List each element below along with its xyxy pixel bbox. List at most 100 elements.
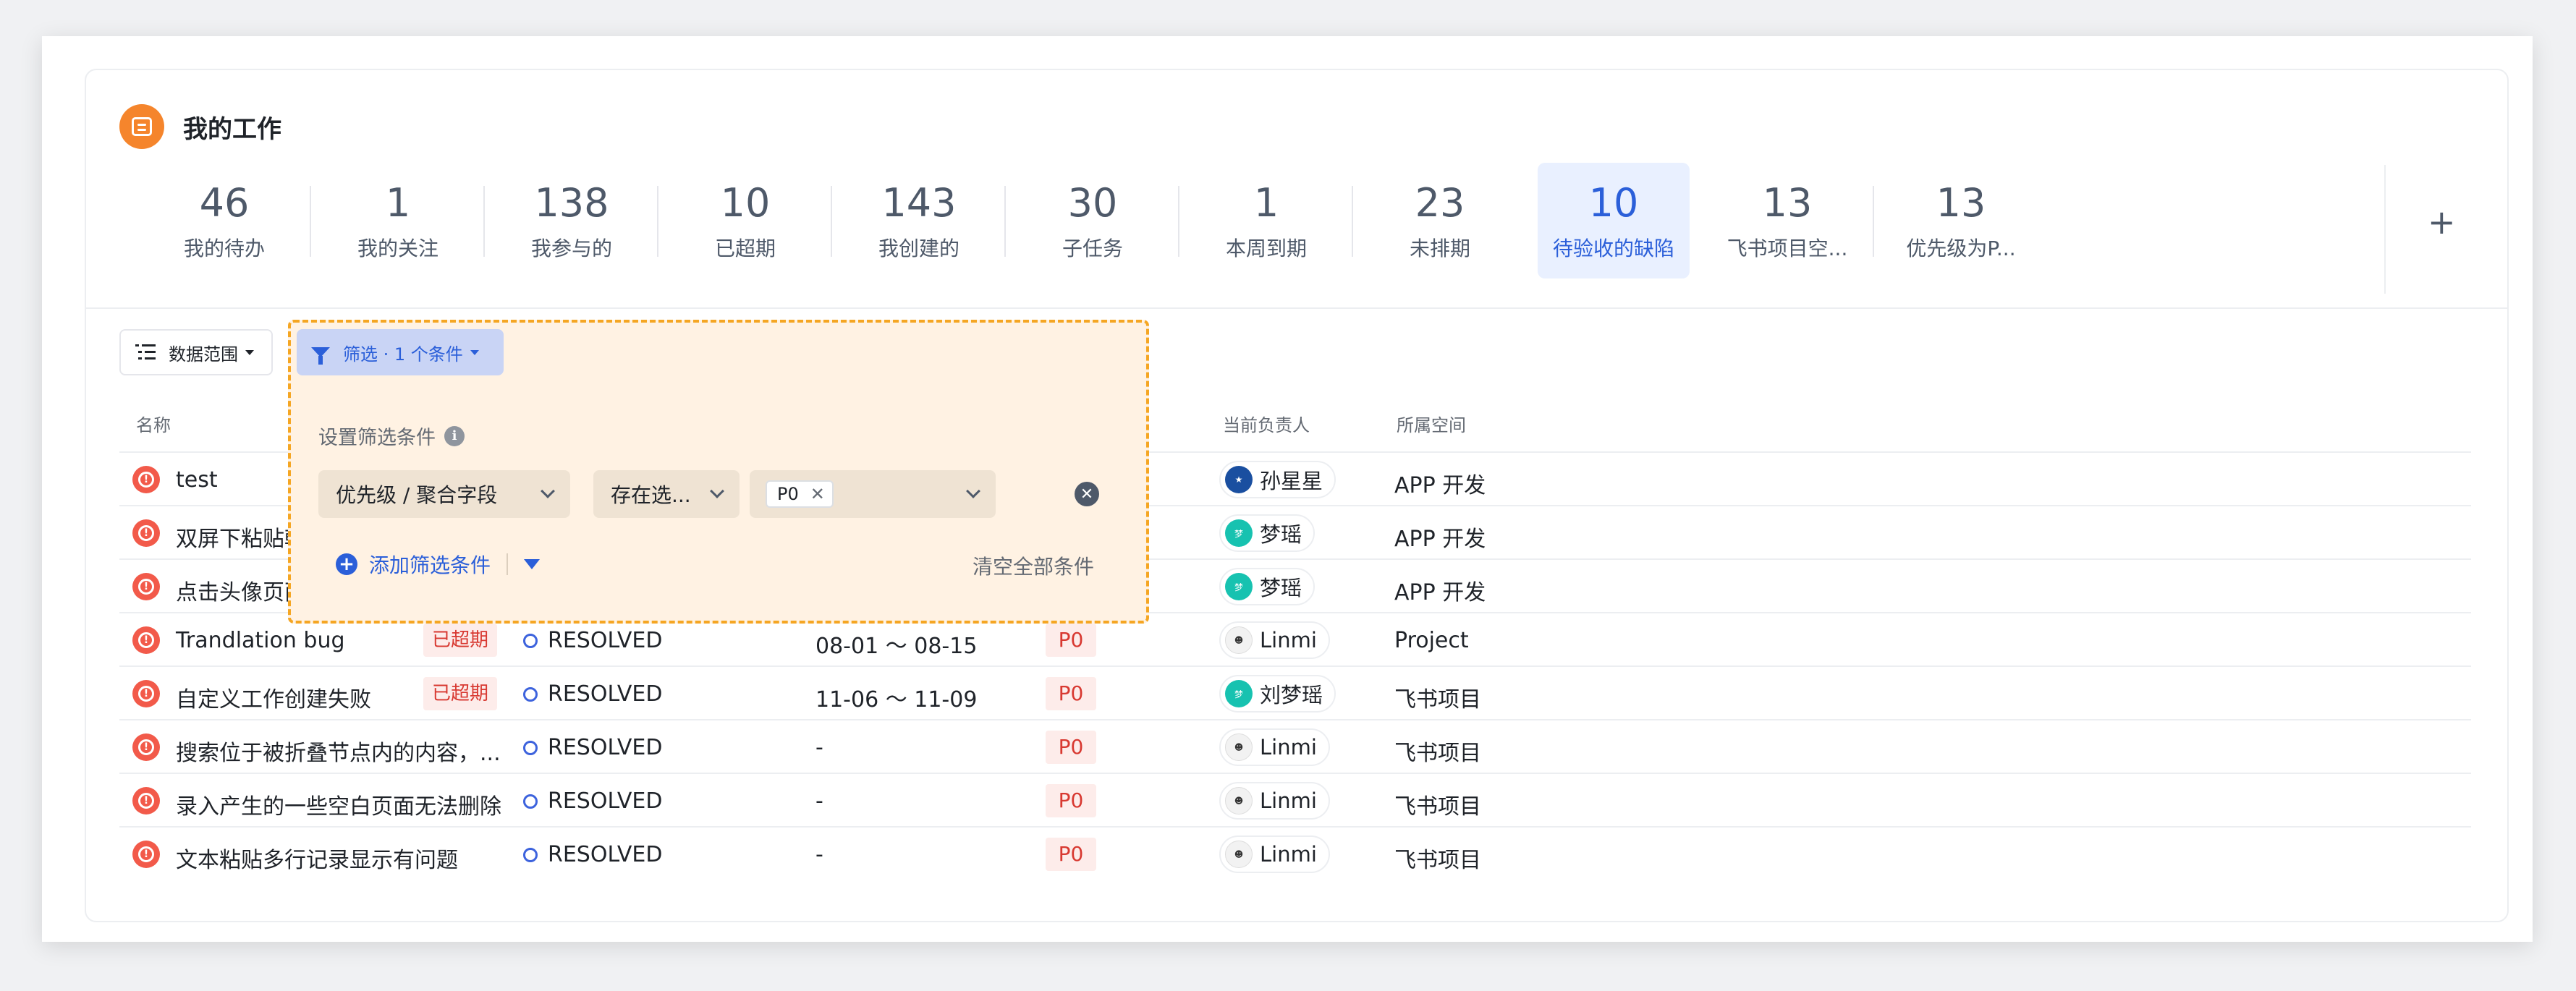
owner-chip[interactable]: ☻ Linmi [1219,621,1330,659]
stat-count: 138 [534,179,609,226]
bug-icon: ! [132,466,160,493]
stat-tab-due-this-week[interactable]: 1 本周到期 [1179,163,1353,278]
owner-name: 刘梦瑶 [1260,683,1323,707]
status-text: RESOLVED [548,842,663,867]
bug-icon: ! [132,519,160,547]
status[interactable]: RESOLVED [523,842,662,867]
owner-chip[interactable]: ☻ Linmi [1219,835,1330,873]
add-condition-label: 添加筛选条件 [369,553,491,577]
avatar: ☻ [1225,787,1253,815]
status-text: RESOLVED [548,628,663,653]
filter-value-select[interactable]: P0 ✕ [750,470,996,518]
stat-tab-participating[interactable]: 138 我参与的 [485,163,658,278]
stat-count: 46 [199,179,250,226]
item-name[interactable]: 点击头像页面 [176,574,306,606]
avatar: ★ [1225,466,1253,493]
status[interactable]: RESOLVED [523,628,662,653]
add-view-button[interactable]: + [2428,203,2456,242]
remove-condition-icon[interactable]: ✕ [1075,482,1099,506]
filter-button[interactable]: 筛选 · 1 个条件 [297,329,504,375]
owner-chip[interactable]: ☻ Linmi [1219,728,1330,766]
status[interactable]: RESOLVED [523,735,662,760]
filter-field-value: 优先级 / 聚合字段 [336,483,498,507]
filter-field-select[interactable]: 优先级 / 聚合字段 [318,470,570,518]
stat-count: 1 [1253,179,1279,226]
stat-tab-following[interactable]: 1 我的关注 [311,163,485,278]
status[interactable]: RESOLVED [523,681,662,707]
filter-operator-select[interactable]: 存在选... [593,470,740,518]
stat-label: 我的关注 [357,236,438,260]
clear-all-conditions-button[interactable]: 清空全部条件 [973,551,1094,580]
owner-name: Linmi [1260,842,1317,867]
owner-name: 梦瑶 [1260,576,1302,600]
stat-count: 30 [1067,179,1118,226]
priority-badge: P0 [1046,784,1096,817]
stat-tab-priority[interactable]: 13 优先级为P... [1874,163,2048,278]
table-row[interactable]: ! 搜索位于被折叠节点内的内容，... RESOLVED - P0 ☻ Linm… [119,720,2471,774]
table-row[interactable]: ! 录入产生的一些空白页面无法删除 RESOLVED - P0 ☻ Linmi … [119,774,2471,828]
item-name[interactable]: test [176,467,218,493]
space-name: APP 开发 [1394,473,1486,498]
stat-tab-created[interactable]: 143 我创建的 [832,163,1006,278]
status-circle-icon [523,686,538,702]
stat-count: 10 [1588,179,1639,226]
status-circle-icon [523,633,538,648]
stat-tab-overdue[interactable]: 10 已超期 [658,163,832,278]
info-icon[interactable]: i [444,425,465,446]
stat-count: 13 [1936,179,1986,226]
status-text: RESOLVED [548,735,663,760]
item-name[interactable]: 自定义工作创建失败 [176,681,371,713]
overdue-badge: 已超期 [423,624,498,657]
owner-chip[interactable]: ☻ Linmi [1219,782,1330,820]
tag-label: P0 [777,484,799,504]
item-name[interactable]: 搜索位于被折叠节点内的内容，... [176,735,501,767]
stat-count: 10 [720,179,771,226]
chevron-down-icon [541,484,555,498]
column-header-name: 名称 [136,415,171,435]
stat-label: 未排期 [1409,236,1470,260]
filter-panel-title-text: 设置筛选条件 [318,427,436,449]
stat-tab-todo[interactable]: 46 我的待办 [137,163,311,278]
bug-icon: ! [132,680,160,707]
filter-panel-title: 设置筛选条件 i [318,422,465,450]
stat-label: 子任务 [1062,236,1123,260]
stat-tab-subtasks[interactable]: 30 子任务 [1006,163,1179,278]
avatar: 梦 [1225,573,1253,600]
caret-down-icon[interactable] [524,559,541,569]
stat-tab-unscheduled[interactable]: 23 未排期 [1353,163,1527,278]
owner-chip[interactable]: 梦 刘梦瑶 [1219,675,1336,713]
bug-icon: ! [132,626,160,654]
stat-tab-feishu-space[interactable]: 13 飞书项目空... [1700,163,1874,278]
item-name[interactable]: Trandlation bug [176,628,345,653]
owner-chip[interactable]: 梦 梦瑶 [1219,514,1315,552]
data-scope-button[interactable]: 数据范围 [119,329,273,375]
stat-tab-pending-acceptance[interactable]: 10 待验收的缺陷 [1538,163,1690,278]
table-row[interactable]: ! 自定义工作创建失败 已超期 RESOLVED 11-06 ～ 11-09 P… [119,667,2471,720]
plus-circle-icon: + [336,553,357,575]
status-circle-icon [523,740,538,755]
space-name: APP 开发 [1394,527,1486,552]
status[interactable]: RESOLVED [523,788,662,814]
space-name: 飞书项目 [1394,687,1481,713]
space-name: 飞书项目 [1394,794,1481,820]
stat-label: 我创建的 [878,236,959,260]
column-header-owner: 当前负责人 [1223,415,1310,435]
data-scope-label: 数据范围 [169,344,238,365]
owner-name: 孙星星 [1260,469,1323,493]
status-circle-icon [523,847,538,862]
owner-name: 梦瑶 [1260,522,1302,547]
schedule-dates: 08-01 ～ 08-15 [815,634,978,659]
funnel-icon [311,347,330,365]
page-title: 我的工作 [183,114,281,144]
owner-chip[interactable]: 梦 梦瑶 [1219,568,1315,605]
divider [2384,165,2386,294]
item-name[interactable]: 录入产生的一些空白页面无法删除 [176,788,501,820]
item-name[interactable]: 双屏下粘贴韩 [176,521,306,553]
table-row[interactable]: ! 文本粘贴多行记录显示有问题 RESOLVED - P0 ☻ Linmi 飞书… [119,828,2471,881]
tag-remove-icon[interactable]: ✕ [810,484,825,504]
divider [507,553,509,575]
item-name[interactable]: 文本粘贴多行记录显示有问题 [176,842,458,874]
owner-chip[interactable]: ★ 孙星星 [1219,461,1336,498]
schedule-dates: - [815,788,823,814]
add-condition-button[interactable]: + 添加筛选条件 [336,550,541,579]
